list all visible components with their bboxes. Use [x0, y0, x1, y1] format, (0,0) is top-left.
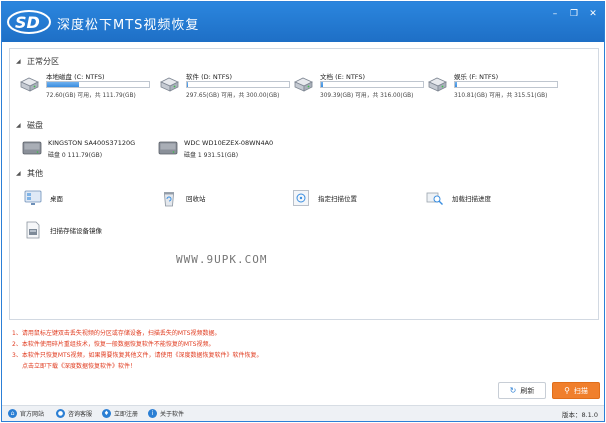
- partition-size: 297.65(GB) 可用，共 300.00(GB): [186, 93, 280, 99]
- section-partitions[interactable]: ◢ 正常分区: [16, 55, 59, 67]
- partition-size: 309.39(GB) 可用，共 316.00(GB): [320, 93, 414, 99]
- section-partitions-title: 正常分区: [27, 56, 59, 66]
- refresh-label: 刷新: [520, 386, 535, 395]
- disk-info: 磁盘 0 111.79(GB): [48, 152, 103, 159]
- about-link[interactable]: i 关于软件: [148, 409, 184, 418]
- download-link[interactable]: 点击立即下载《深度数据恢复软件》软件！: [12, 361, 492, 372]
- chat-icon: ●: [56, 409, 65, 418]
- recycle-bin-label: 回收站: [186, 195, 206, 203]
- recycle-bin-item[interactable]: 回收站: [160, 187, 206, 209]
- magnifier-icon: [426, 192, 443, 205]
- restore-button[interactable]: ❐: [567, 8, 581, 20]
- svg-text:SD: SD: [15, 13, 40, 32]
- partition-name: 文档 (E: NTFS): [320, 73, 366, 81]
- partition-d[interactable]: 软件 (D: NTFS) 297.65(GB) 可用，共 300.00(GB): [158, 71, 294, 99]
- partition-name: 本地磁盘 (C: NTFS): [46, 73, 105, 81]
- partition-name: 软件 (D: NTFS): [186, 73, 232, 81]
- usage-bar: [186, 81, 290, 88]
- support-link[interactable]: ● 咨询客服: [56, 409, 92, 418]
- refresh-icon: ↻: [509, 386, 517, 395]
- scan-label: 扫描: [573, 386, 588, 395]
- scan-image-item[interactable]: 扫描存储设备镜像: [24, 219, 102, 241]
- search-icon: ⚲: [564, 386, 570, 395]
- app-logo-icon: SD: [7, 10, 51, 34]
- section-other-title: 其他: [27, 168, 43, 178]
- target-location-icon: [293, 190, 309, 206]
- register-link[interactable]: ♦ 立即注册: [102, 409, 138, 418]
- collapse-triangle-icon: ◢: [16, 121, 21, 129]
- usage-bar: [46, 81, 150, 88]
- partition-c[interactable]: 本地磁盘 (C: NTFS) 72.60(GB) 可用，共 111.79(GB): [18, 71, 154, 99]
- register-label: 立即注册: [114, 411, 139, 418]
- disk-drive-icon: [22, 141, 42, 155]
- usage-fill: [321, 82, 324, 87]
- recycle-bin-icon: [164, 192, 174, 207]
- refresh-button[interactable]: ↻ 刷新: [498, 382, 546, 399]
- disk-name: KINGSTON SA400S37120G: [48, 139, 136, 147]
- version-label: 版本：8.1.0: [561, 411, 598, 419]
- scan-location-item[interactable]: 指定扫描位置: [292, 187, 357, 209]
- note-line: 1、请用鼠标左键双击丢失视频的分区或存储设备，扫描丢失的MTS视频数据。: [12, 330, 221, 337]
- hard-drive-icon: [20, 77, 39, 92]
- usage-fill: [187, 82, 189, 87]
- load-progress-item[interactable]: 加载扫描进度: [426, 187, 491, 209]
- disk-name: WDC WD10EZEX-08WN4A0: [184, 139, 274, 147]
- website-label: 官方网站: [20, 411, 45, 418]
- app-title: 深度松下MTS视频恢复: [57, 18, 200, 33]
- usage-fill: [455, 82, 458, 87]
- scan-button[interactable]: ⚲ 扫描: [552, 382, 600, 399]
- partition-size: 310.81(GB) 可用，共 315.51(GB): [454, 93, 548, 99]
- desktop-item[interactable]: 桌面: [24, 187, 63, 209]
- disk-0[interactable]: KINGSTON SA400S37120G 磁盘 0 111.79(GB): [22, 137, 162, 161]
- scan-image-label: 扫描存储设备镜像: [50, 227, 102, 235]
- load-progress-label: 加载扫描进度: [452, 195, 491, 203]
- about-label: 关于软件: [160, 411, 185, 418]
- close-button[interactable]: ✕: [586, 8, 600, 20]
- collapse-triangle-icon: ◢: [16, 169, 21, 177]
- usage-fill: [47, 82, 79, 87]
- note-line: 2、本软件使用碎片重组技术，恢复一般数据恢复软件不能恢复的MTS视频。: [12, 341, 215, 348]
- watermark: WWW.9UPK.COM: [176, 253, 268, 266]
- minimize-button[interactable]: –: [548, 8, 562, 20]
- device-panel: ◢ 正常分区 本地磁盘 (C: NTFS) 72.60(GB) 可用，共 111…: [9, 48, 599, 320]
- hard-drive-icon: [428, 77, 447, 92]
- info-icon: i: [148, 409, 157, 418]
- disk-image-icon: [26, 221, 40, 239]
- partition-size: 72.60(GB) 可用，共 111.79(GB): [46, 93, 136, 99]
- app-window: SD 深度松下MTS视频恢复 – ❐ ✕ ◢ 正常分区 本地磁盘 (C: NTF…: [1, 1, 605, 422]
- section-other[interactable]: ◢ 其他: [16, 167, 43, 179]
- partition-f[interactable]: 娱乐 (F: NTFS) 310.81(GB) 可用，共 315.51(GB): [426, 71, 562, 99]
- hard-drive-icon: [294, 77, 313, 92]
- hard-drive-icon: [160, 77, 179, 92]
- desktop-icon: [24, 190, 42, 205]
- note-line: 3、本软件只恢复MTS视频，如果需要恢复其他文件，请使用《深度数据恢复软件》软件…: [12, 352, 263, 359]
- usage-bar: [320, 81, 424, 88]
- support-label: 咨询客服: [68, 411, 93, 418]
- desktop-label: 桌面: [50, 195, 63, 203]
- status-bar: ⌂ 官方网站 ● 咨询客服 ♦ 立即注册 i 关于软件 版本：8.1.0: [2, 405, 604, 421]
- collapse-triangle-icon: ◢: [16, 57, 21, 65]
- section-disks-title: 磁盘: [27, 120, 43, 130]
- user-icon: ♦: [102, 409, 111, 418]
- disk-1[interactable]: WDC WD10EZEX-08WN4A0 磁盘 1 931.51(GB): [158, 137, 298, 161]
- partition-e[interactable]: 文档 (E: NTFS) 309.39(GB) 可用，共 316.00(GB): [292, 71, 428, 99]
- disk-drive-icon: [158, 141, 178, 155]
- title-bar: SD 深度松下MTS视频恢复 – ❐ ✕: [2, 2, 604, 42]
- website-link[interactable]: ⌂ 官方网站: [8, 409, 44, 418]
- partition-name: 娱乐 (F: NTFS): [454, 73, 499, 81]
- notes-area: 1、请用鼠标左键双击丢失视频的分区或存储设备，扫描丢失的MTS视频数据。 2、本…: [12, 328, 492, 372]
- usage-bar: [454, 81, 558, 88]
- home-icon: ⌂: [8, 409, 17, 418]
- disk-info: 磁盘 1 931.51(GB): [184, 152, 239, 159]
- section-disks[interactable]: ◢ 磁盘: [16, 119, 43, 131]
- scan-location-label: 指定扫描位置: [318, 195, 357, 203]
